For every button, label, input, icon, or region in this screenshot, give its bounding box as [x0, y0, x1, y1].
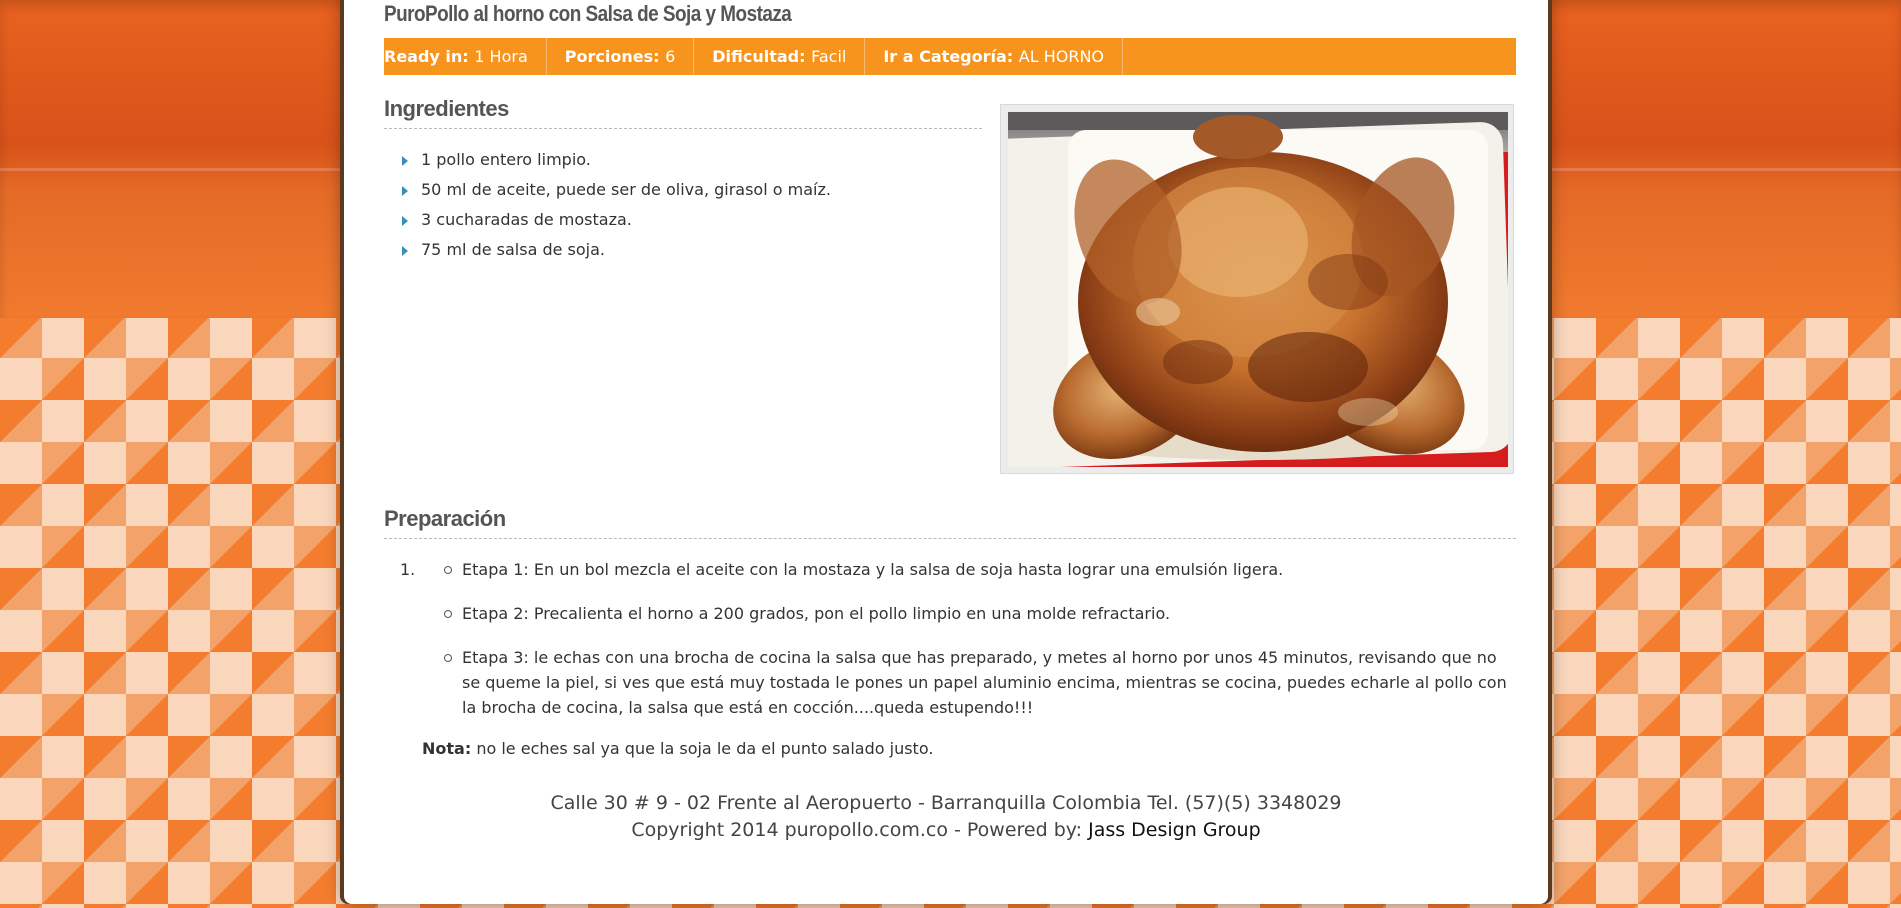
footer-copyright: Copyright 2014 puropollo.com.co - Powere… — [631, 819, 1083, 841]
step-text: Etapa 3: le echas con una brocha de coci… — [462, 648, 1507, 717]
ingredient-text: 3 cucharadas de mostaza. — [421, 210, 632, 229]
circle-bullet-icon — [444, 566, 452, 574]
circle-bullet-icon — [444, 610, 452, 618]
recipe-photo-frame — [1000, 104, 1514, 474]
meta-ready-label: Ready in: — [384, 47, 469, 66]
list-item: 75 ml de salsa de soja. — [398, 235, 982, 265]
step-text: Etapa 2: Precalienta el horno a 200 grad… — [462, 604, 1171, 623]
meta-category: Ir a Categoría: AL HORNO — [865, 38, 1124, 75]
list-item: Etapa 1: En un bol mezcla el aceite con … — [438, 557, 1516, 582]
note-label: Nota: — [422, 739, 472, 758]
preparation-body: 1. Etapa 1: En un bol mezcla el aceite c… — [384, 557, 1516, 762]
preparation-heading: Preparación — [384, 506, 1516, 539]
page-container: PuroPollo al horno con Salsa de Soja y M… — [344, 0, 1548, 904]
preparation-number: 1. — [400, 560, 416, 579]
meta-difficulty-value: Facil — [811, 47, 847, 66]
ingredient-text: 50 ml de aceite, puede ser de oliva, gir… — [421, 180, 831, 199]
footer-copyright-line: Copyright 2014 puropollo.com.co - Powere… — [344, 817, 1548, 844]
preparation-section: Preparación 1. Etapa 1: En un bol mezcla… — [384, 506, 1516, 762]
ingredient-text: 75 ml de salsa de soja. — [421, 240, 606, 259]
category-link[interactable]: AL HORNO — [1019, 47, 1104, 66]
footer-address: Calle 30 # 9 - 02 Frente al Aeropuerto -… — [550, 792, 1342, 814]
arrow-bullet-icon — [402, 216, 408, 226]
list-item: Etapa 2: Precalienta el horno a 200 grad… — [438, 601, 1516, 626]
site-footer: Calle 30 # 9 - 02 Frente al Aeropuerto -… — [344, 790, 1548, 844]
preparation-steps: Etapa 1: En un bol mezcla el aceite con … — [384, 557, 1516, 720]
meta-portions: Porciones: 6 — [547, 38, 695, 75]
ingredients-list: 1 pollo entero limpio. 50 ml de aceite, … — [384, 145, 982, 265]
circle-bullet-icon — [444, 654, 452, 662]
meta-category-label: Ir a Categoría: — [883, 47, 1014, 66]
powered-by-link[interactable]: Jass Design Group — [1088, 819, 1261, 841]
recipe-meta-bar: Ready in: 1 Hora Porciones: 6 Dificultad… — [384, 38, 1516, 75]
list-item: 1 pollo entero limpio. — [398, 145, 982, 175]
list-item: 3 cucharadas de mostaza. — [398, 205, 982, 235]
meta-ready-in: Ready in: 1 Hora — [384, 38, 547, 75]
meta-difficulty: Dificultad: Facil — [694, 38, 866, 75]
step-text: Etapa 1: En un bol mezcla el aceite con … — [462, 560, 1284, 579]
ingredients-section: Ingredientes 1 pollo entero limpio. 50 m… — [384, 96, 982, 265]
recipe-content: PuroPollo al horno con Salsa de Soja y M… — [384, 0, 1516, 758]
preparation-note: Nota: no le eches sal ya que la soja le … — [422, 736, 1516, 762]
recipe-title: PuroPollo al horno con Salsa de Soja y M… — [384, 1, 792, 26]
arrow-bullet-icon — [402, 156, 408, 166]
ingredients-heading: Ingredientes — [384, 96, 982, 129]
roast-chicken-photo — [1008, 112, 1508, 467]
list-item: 50 ml de aceite, puede ser de oliva, gir… — [398, 175, 982, 205]
meta-ready-value: 1 Hora — [474, 47, 528, 66]
roast-chicken-image — [1008, 112, 1508, 467]
note-text: no le eches sal ya que la soja le da el … — [476, 739, 934, 758]
meta-difficulty-label: Dificultad: — [712, 47, 806, 66]
arrow-bullet-icon — [402, 246, 408, 256]
list-item: Etapa 3: le echas con una brocha de coci… — [438, 645, 1516, 720]
meta-portions-label: Porciones: — [564, 47, 660, 66]
ingredient-text: 1 pollo entero limpio. — [421, 150, 591, 169]
meta-portions-value: 6 — [665, 47, 676, 66]
arrow-bullet-icon — [402, 186, 408, 196]
